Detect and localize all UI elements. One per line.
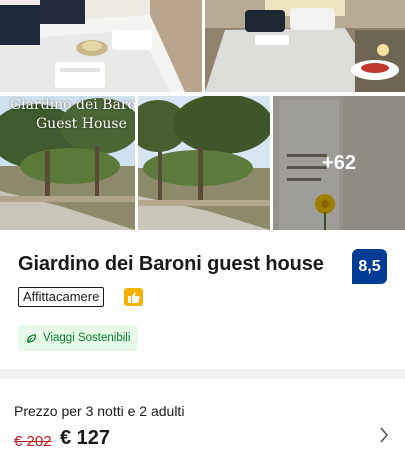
overlay-title-line-1: Giardino dei Baro: [10, 97, 135, 113]
current-price: € 127: [60, 427, 111, 449]
original-price: € 202: [14, 433, 52, 450]
leaf-icon: [27, 333, 36, 343]
price-label: Prezzo per 3 notti e 2 adulti: [14, 403, 185, 419]
property-name[interactable]: Giardino dei Baroni guest house: [18, 253, 324, 276]
photo-sign-more[interactable]: +62: [273, 96, 405, 230]
overlay-title-line-2: Guest House: [36, 116, 127, 132]
photo-bedroom-1[interactable]: [0, 0, 202, 92]
chevron-right-icon[interactable]: [376, 425, 392, 445]
photo-gallery: Giardino dei Baro Guest House +62: [0, 0, 405, 232]
review-score-badge: 8,5: [352, 249, 387, 284]
photo-garden[interactable]: [138, 96, 270, 230]
more-photos-count: +62: [273, 96, 405, 230]
photo-bedroom-2[interactable]: [205, 0, 405, 92]
photo-garden-title[interactable]: Giardino dei Baro Guest House: [0, 96, 135, 230]
property-type-badge: Affittacamere: [18, 287, 105, 307]
thumbs-up-icon: [124, 288, 143, 306]
sustainability-label: Viaggi Sostenibili: [43, 332, 131, 344]
section-divider: [0, 369, 405, 379]
sustainability-badge: Viaggi Sostenibili: [18, 325, 139, 351]
